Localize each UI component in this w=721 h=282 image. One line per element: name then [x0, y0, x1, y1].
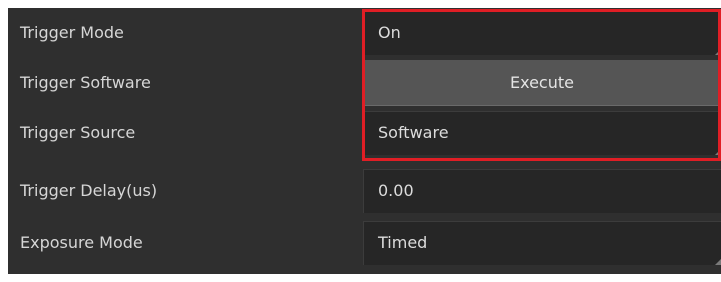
trigger-delay-value: 0.00 — [378, 181, 414, 200]
param-label-trigger-source: Trigger Source — [20, 123, 136, 142]
param-row-trigger-software: Trigger Software Execute — [8, 58, 721, 108]
dropdown-corner-icon — [715, 259, 721, 265]
trigger-mode-select[interactable]: On — [363, 11, 721, 55]
dropdown-corner-icon — [715, 149, 721, 155]
param-row-trigger-delay: Trigger Delay(us) 0.00 — [8, 166, 721, 216]
dropdown-corner-icon — [715, 49, 721, 55]
trigger-mode-value: On — [378, 23, 401, 42]
param-label-trigger-mode: Trigger Mode — [20, 23, 124, 42]
camera-parameter-panel: Trigger Mode On Trigger Software Execute… — [8, 8, 721, 274]
execute-button[interactable]: Execute — [363, 60, 721, 106]
param-label-exposure-mode: Exposure Mode — [20, 233, 143, 252]
param-row-trigger-mode: Trigger Mode On — [8, 8, 721, 58]
exposure-mode-value: Timed — [378, 233, 428, 252]
trigger-source-value: Software — [378, 123, 449, 142]
exposure-mode-select[interactable]: Timed — [363, 221, 721, 265]
param-label-trigger-software: Trigger Software — [20, 73, 151, 92]
param-row-trigger-source: Trigger Source Software — [8, 108, 721, 158]
param-row-exposure-mode: Exposure Mode Timed — [8, 218, 721, 268]
trigger-delay-input[interactable]: 0.00 — [363, 169, 721, 213]
trigger-source-select[interactable]: Software — [363, 111, 721, 155]
param-label-trigger-delay: Trigger Delay(us) — [20, 181, 158, 200]
